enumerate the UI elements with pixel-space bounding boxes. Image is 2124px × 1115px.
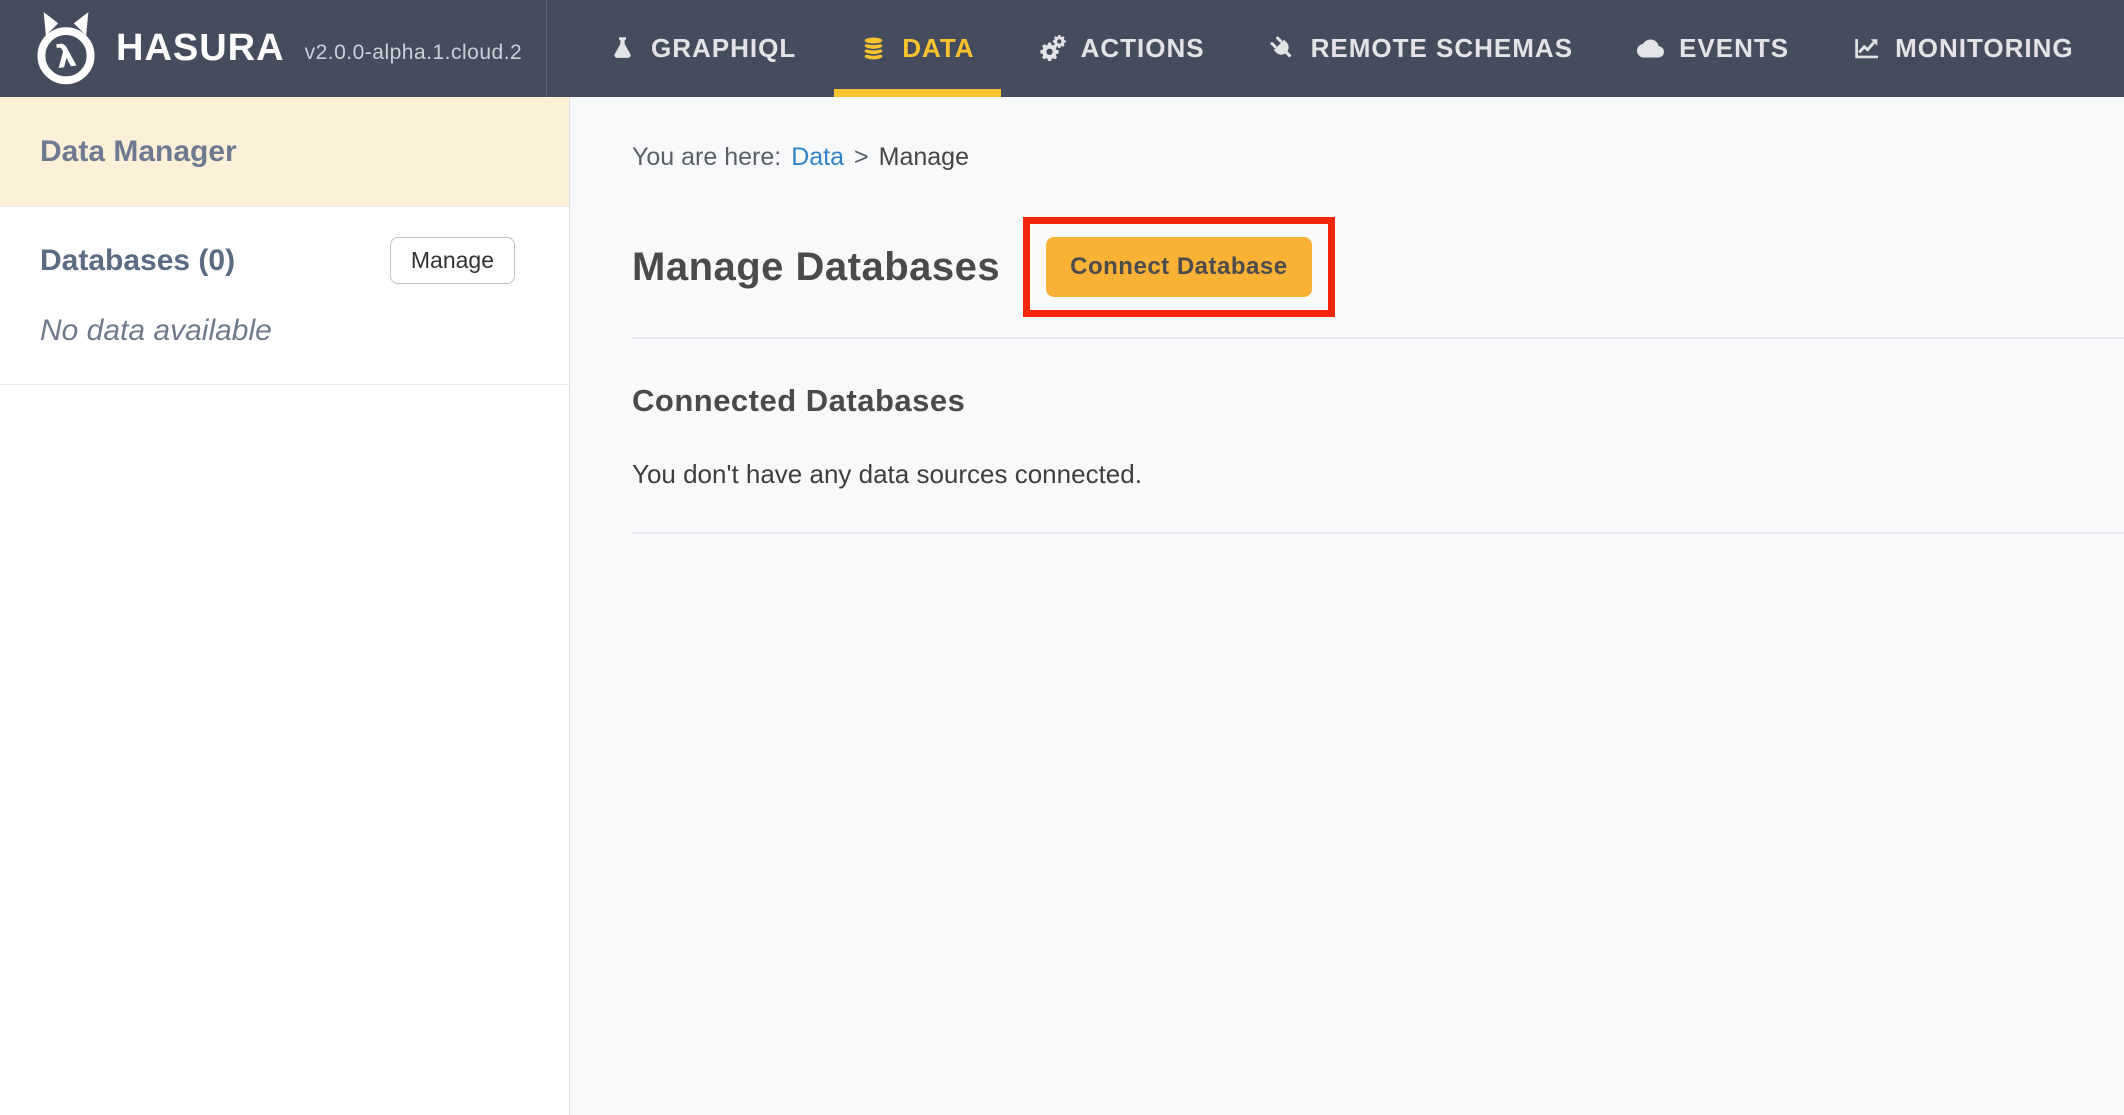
nav-item-graphiql[interactable]: GRAPHIQL [583, 0, 822, 97]
breadcrumb: You are here: Data > Manage [632, 143, 2124, 172]
nav-menu: GRAPHIQL DATA ACTIONS [547, 0, 2106, 97]
line-chart-icon [1853, 35, 1880, 62]
cloud-icon [1637, 35, 1664, 62]
manage-button[interactable]: Manage [390, 237, 515, 284]
connect-database-button[interactable]: Connect Database [1046, 237, 1311, 297]
nav-item-actions[interactable]: ACTIONS [1013, 0, 1231, 97]
nav-item-label: EVENTS [1679, 33, 1789, 64]
breadcrumb-current: Manage [879, 143, 969, 171]
main-content: You are here: Data > Manage Manage Database… [570, 97, 2124, 1115]
connected-databases-title: Connected Databases [632, 383, 2124, 419]
data-sidebar: Data Manager Databases (0) Manage No dat… [0, 97, 570, 1115]
nav-item-monitoring[interactable]: MONITORING [1827, 0, 2100, 97]
nav-item-data[interactable]: DATA [834, 0, 1000, 97]
nav-item-label: GRAPHIQL [651, 33, 796, 64]
databases-count-label: Databases (0) [40, 244, 235, 278]
breadcrumb-prefix: You are here: [632, 143, 781, 171]
divider [632, 532, 2124, 534]
hasura-brand[interactable]: λ HASURA v2.0.0-alpha.1.cloud.2 [0, 0, 547, 97]
sidebar-header-label: Data Manager [40, 135, 237, 169]
sidebar-item-data-manager[interactable]: Data Manager [0, 97, 569, 207]
hasura-logo-icon: λ [30, 11, 102, 87]
nav-item-label: REMOTE SCHEMAS [1311, 33, 1573, 64]
nav-item-label: ACTIONS [1081, 33, 1205, 64]
sidebar-databases-section: Databases (0) Manage No data available [0, 207, 569, 385]
nav-item-label: DATA [902, 33, 974, 64]
annotation-highlight-box: Connect Database [1023, 217, 1334, 317]
brand-name: HASURA [116, 27, 285, 70]
page-title: Manage Databases [632, 245, 1000, 290]
top-navbar: λ HASURA v2.0.0-alpha.1.cloud.2 GRAPHIQL… [0, 0, 2124, 97]
no-data-label: No data available [40, 314, 515, 348]
svg-text:λ: λ [54, 37, 79, 75]
nav-item-events[interactable]: EVENTS [1611, 0, 1815, 97]
cogs-icon [1039, 35, 1066, 62]
database-icon [860, 35, 887, 62]
breadcrumb-separator: > [854, 143, 869, 171]
divider [632, 337, 2124, 339]
flask-icon [609, 35, 636, 62]
title-row: Manage Databases Connect Database [632, 217, 2124, 317]
nav-item-label: MONITORING [1895, 33, 2074, 64]
version-label: v2.0.0-alpha.1.cloud.2 [305, 41, 523, 65]
connected-databases-empty-message: You don't have any data sources connecte… [632, 459, 2124, 490]
nav-item-remote-schemas[interactable]: REMOTE SCHEMAS [1243, 0, 1599, 97]
plug-icon [1269, 35, 1296, 62]
breadcrumb-link-data[interactable]: Data [791, 143, 844, 171]
